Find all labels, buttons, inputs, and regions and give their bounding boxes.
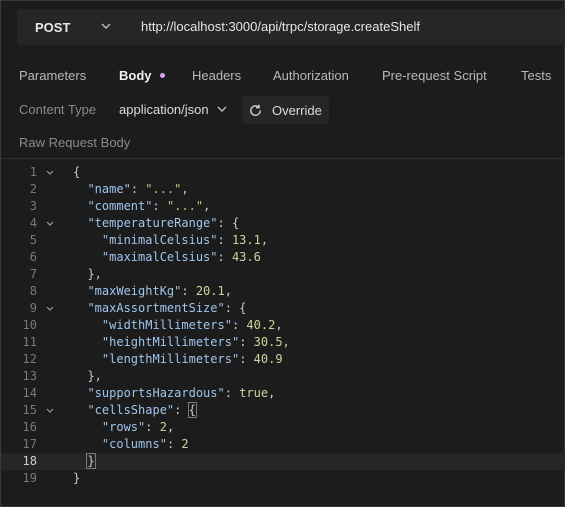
fold-arrow-icon[interactable] — [46, 215, 54, 232]
code-text: "maximalCelsius": 43.6 — [101, 250, 261, 264]
chevron-down-icon[interactable] — [215, 102, 229, 116]
code-line: 17 "columns": 2 — [1, 436, 565, 453]
line-number: 7 — [29, 267, 37, 281]
code-text: "cellsShape": { — [87, 402, 197, 418]
override-label: Override — [272, 102, 322, 118]
line-number: 12 — [22, 352, 37, 366]
code-text: "maxWeightKg": 20.1, — [87, 284, 232, 298]
code-text: "heightMillimeters": 30.5, — [101, 335, 290, 349]
content-type-label: Content Type — [19, 102, 97, 117]
line-number: 11 — [22, 335, 37, 349]
code-line: 3 "comment": "...", — [1, 198, 565, 215]
fold-arrow-icon[interactable] — [46, 402, 54, 419]
line-number: 3 — [29, 199, 37, 213]
line-number: 4 — [29, 216, 37, 230]
code-line: 9 "maxAssortmentSize": { — [1, 300, 565, 317]
tab-label: Headers — [192, 68, 242, 83]
tab-label: Body — [119, 68, 152, 83]
code-line: 15 "cellsShape": { — [1, 402, 565, 419]
line-number: 18 — [22, 454, 37, 468]
divider — [1, 158, 565, 159]
line-number: 1 — [29, 165, 37, 179]
code-text: "comment": "...", — [87, 199, 211, 213]
code-text: }, — [87, 369, 102, 383]
line-number: 6 — [29, 250, 37, 264]
line-number: 2 — [29, 182, 37, 196]
code-text: "maxAssortmentSize": { — [87, 301, 247, 315]
line-number: 13 — [22, 369, 37, 383]
override-button[interactable]: Override — [242, 96, 329, 124]
code-text: "temperatureRange": { — [87, 216, 240, 230]
code-line: 7 }, — [1, 266, 565, 283]
code-editor[interactable]: 1 { 2 "name": "...", 3 "comment": "...",… — [1, 164, 565, 504]
refresh-icon — [250, 104, 261, 116]
fold-arrow-icon[interactable] — [46, 164, 54, 181]
code-line: 8 "maxWeightKg": 20.1, — [1, 283, 565, 300]
matched-brace: { — [187, 402, 197, 418]
code-line: 19 } — [1, 470, 565, 487]
line-number: 16 — [22, 420, 37, 434]
line-number: 17 — [22, 437, 37, 451]
tab-headers[interactable]: Headers — [192, 61, 241, 91]
method-label: POST — [35, 19, 71, 35]
code-text: }, — [87, 267, 102, 281]
tab-authorization[interactable]: Authorization — [273, 61, 349, 91]
code-line: 16 "rows": 2, — [1, 419, 565, 436]
code-text: "minimalCelsius": 13.1, — [101, 233, 269, 247]
chevron-down-icon — [101, 23, 111, 30]
request-tabs: Parameters Body Headers Authorization Pr… — [1, 61, 565, 91]
tab-parameters[interactable]: Parameters — [19, 61, 86, 91]
tab-label: Tests — [521, 68, 552, 83]
line-number: 5 — [29, 233, 37, 247]
code-text: } — [73, 453, 96, 470]
code-text: { — [73, 165, 81, 179]
code-line: 11 "heightMillimeters": 30.5, — [1, 334, 565, 351]
tab-tests[interactable]: Tests — [521, 61, 551, 91]
line-number: 8 — [29, 284, 37, 298]
line-number: 15 — [22, 403, 37, 417]
code-line: 4 "temperatureRange": { — [1, 215, 565, 232]
method-select[interactable]: POST — [17, 9, 125, 45]
current-code-line: 18 } — [1, 453, 565, 470]
code-line: 6 "maximalCelsius": 43.6 — [1, 249, 565, 266]
code-line: 2 "name": "...", — [1, 181, 565, 198]
code-text: "supportsHazardous": true, — [87, 386, 276, 400]
code-text: "name": "...", — [87, 182, 189, 196]
raw-body-label: Raw Request Body — [19, 135, 131, 150]
code-text: } — [73, 471, 81, 485]
url-bar: POST http://localhost:3000/api/trpc/stor… — [17, 9, 565, 45]
url-input[interactable]: http://localhost:3000/api/trpc/storage.c… — [141, 9, 420, 45]
code-line: 10 "widthMillimeters": 40.2, — [1, 317, 565, 334]
code-text: "lengthMillimeters": 40.9 — [101, 352, 283, 366]
tab-label: Authorization — [273, 68, 349, 83]
tab-body[interactable]: Body — [119, 61, 165, 91]
line-number: 19 — [22, 471, 37, 485]
line-number: 14 — [22, 386, 37, 400]
fold-arrow-icon[interactable] — [46, 300, 54, 317]
tab-label: Pre-request Script — [382, 68, 487, 83]
http-request-panel: POST http://localhost:3000/api/trpc/stor… — [0, 0, 565, 507]
code-text: "widthMillimeters": 40.2, — [101, 318, 283, 332]
tab-pre-request-script[interactable]: Pre-request Script — [382, 61, 487, 91]
content-type-select[interactable]: application/json — [119, 102, 209, 117]
code-line: 13 }, — [1, 368, 565, 385]
code-line: 1 { — [1, 164, 565, 181]
code-text: "columns": 2 — [101, 437, 189, 451]
matched-brace: } — [86, 453, 96, 469]
line-number: 9 — [29, 301, 37, 315]
code-line: 14 "supportsHazardous": true, — [1, 385, 565, 402]
code-line: 5 "minimalCelsius": 13.1, — [1, 232, 565, 249]
code-line: 12 "lengthMillimeters": 40.9 — [1, 351, 565, 368]
tab-label: Parameters — [19, 68, 87, 83]
modified-dot-icon — [159, 73, 165, 79]
code-text: "rows": 2, — [101, 420, 175, 434]
line-number: 10 — [22, 318, 37, 332]
